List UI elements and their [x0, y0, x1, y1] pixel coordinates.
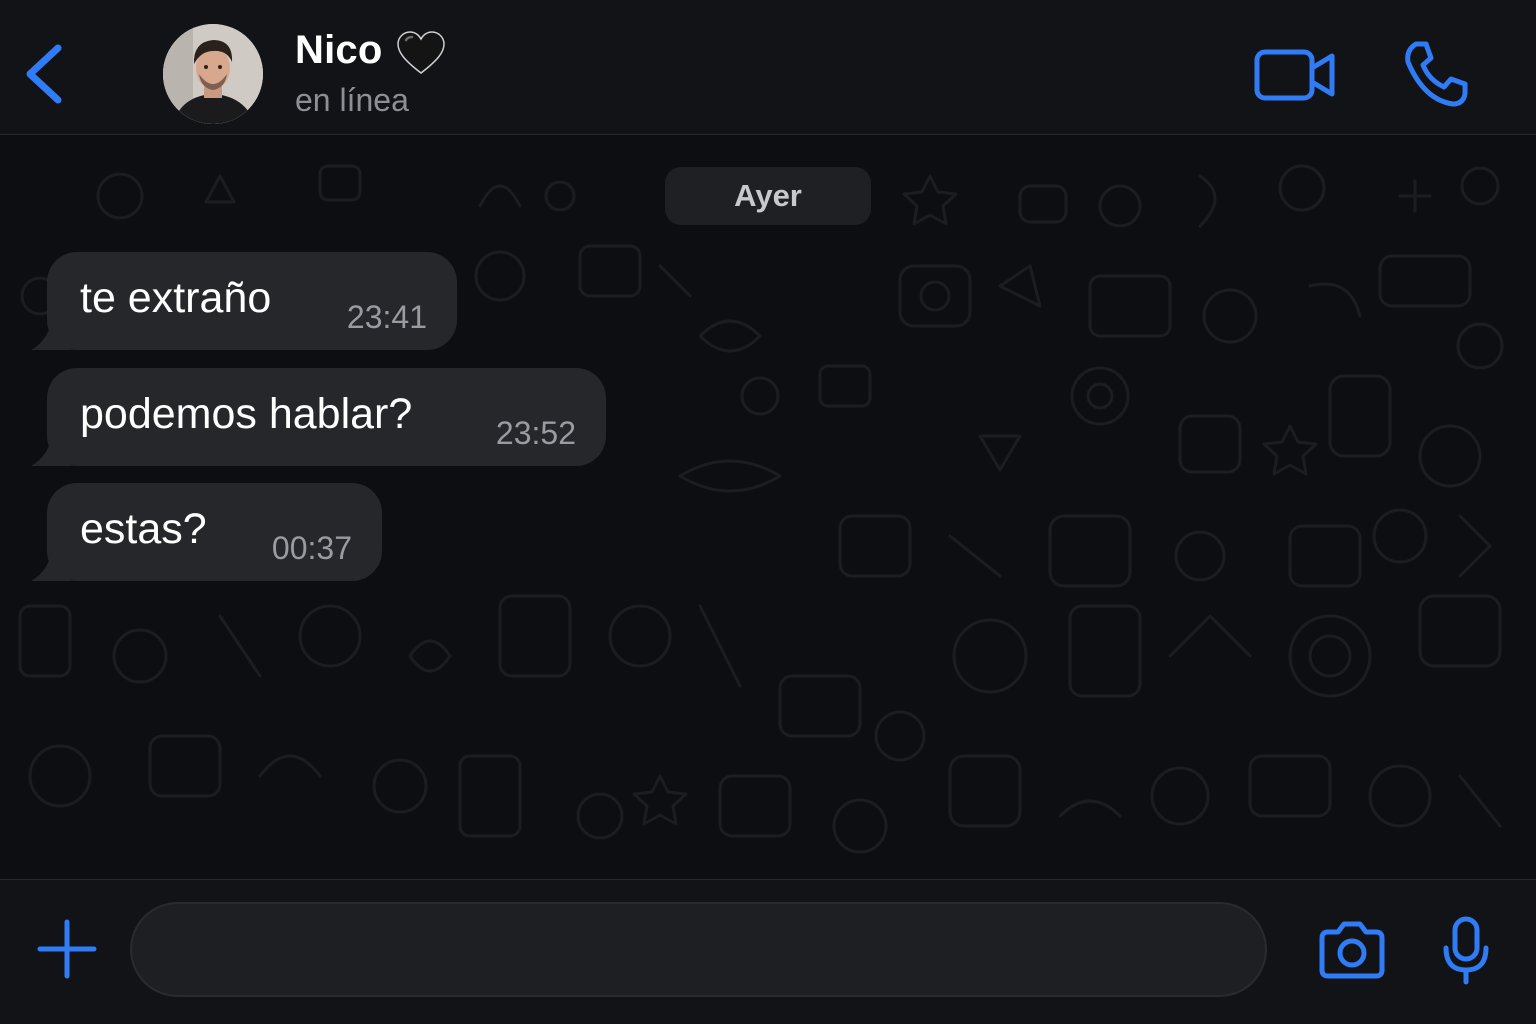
message-text: te extraño: [80, 274, 272, 322]
avatar-photo: [163, 24, 263, 124]
phone-icon: [1405, 41, 1468, 107]
message-bubble[interactable]: podemos hablar? 23:52: [31, 368, 606, 466]
camera-button[interactable]: [1316, 920, 1388, 980]
message-list[interactable]: Ayer te extraño 23:41 podemos hablar? 23…: [0, 136, 1536, 879]
voice-message-button[interactable]: [1438, 916, 1494, 986]
contact-avatar[interactable]: [163, 24, 263, 124]
message-input[interactable]: [130, 902, 1267, 997]
bubble-tail: [31, 432, 71, 466]
chevron-left-icon: [26, 44, 62, 104]
message-time: 00:37: [271, 530, 352, 566]
camera-icon: [1319, 921, 1385, 979]
plus-icon: [37, 919, 97, 979]
voice-call-button[interactable]: [1398, 38, 1474, 110]
contact-status: en línea: [295, 82, 409, 118]
attach-button[interactable]: [36, 918, 98, 980]
video-call-button[interactable]: [1252, 44, 1338, 106]
chat-header: Nico en línea: [0, 0, 1536, 135]
message-time: 23:52: [495, 415, 576, 451]
contact-name[interactable]: Nico: [295, 28, 382, 73]
message-bubble[interactable]: estas? 00:37: [31, 483, 382, 581]
message-text: estas?: [80, 505, 207, 553]
back-button[interactable]: [18, 38, 74, 110]
microphone-icon: [1443, 916, 1489, 985]
message-composer: [0, 879, 1536, 1024]
message-time: 23:41: [346, 299, 427, 335]
bubble-tail: [31, 316, 71, 350]
black-heart-icon: [396, 30, 446, 76]
bubble-tail: [31, 547, 71, 581]
message-bubble[interactable]: te extraño 23:41: [31, 252, 457, 350]
message-text: podemos hablar?: [80, 390, 413, 438]
date-separator: Ayer: [665, 167, 871, 225]
video-camera-icon: [1254, 49, 1335, 101]
